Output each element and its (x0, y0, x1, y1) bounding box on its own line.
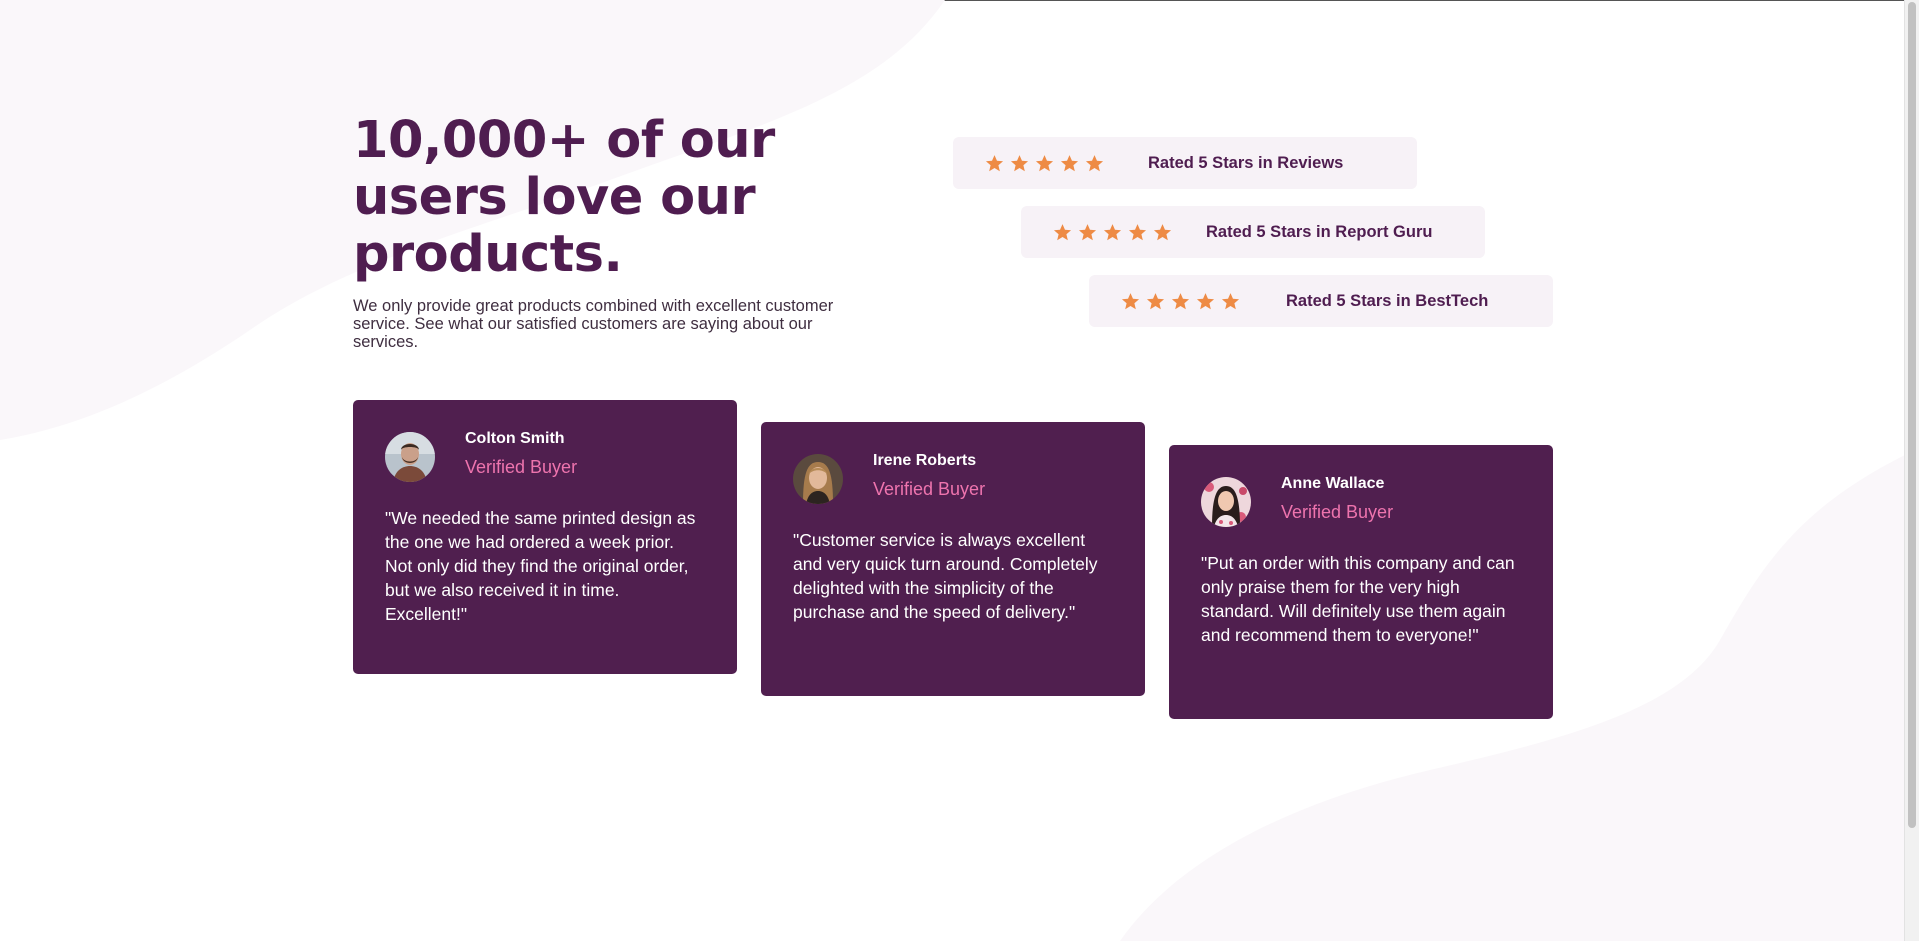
reviewer-name: Colton Smith (465, 430, 565, 447)
vertical-scrollbar[interactable] (1904, 0, 1919, 941)
star-icon (1035, 154, 1054, 173)
avatar-woman-icon (793, 454, 843, 504)
rating-label: Rated 5 Stars in BestTech (1286, 291, 1489, 310)
star-rating (1121, 292, 1240, 311)
star-icon (1010, 154, 1029, 173)
testimonial-quote: "We needed the same printed design as th… (385, 508, 696, 624)
star-rating (985, 154, 1104, 173)
star-icon (1153, 223, 1172, 242)
testimonial-card-anne-wallace: Anne Wallace Verified Buyer "Put an orde… (1169, 445, 1553, 719)
testimonial-quote: "Put an order with this company and can … (1201, 553, 1515, 645)
verified-badge: Verified Buyer (873, 479, 986, 499)
star-icon (985, 154, 1004, 173)
star-icon (1060, 154, 1079, 173)
star-icon (1053, 223, 1072, 242)
testimonial-quote: "Customer service is always excellent an… (793, 530, 1098, 622)
star-icon (1078, 223, 1097, 242)
avatar-man-icon (385, 432, 435, 482)
testimonial-card-colton-smith: Colton Smith Verified Buyer "We needed t… (353, 400, 737, 674)
intro-text: We only provide great products combined … (353, 297, 834, 351)
scrollbar-thumb[interactable] (1908, 2, 1916, 828)
star-icon (1146, 292, 1165, 311)
verified-badge: Verified Buyer (1281, 502, 1394, 522)
avatar-woman-icon (1201, 477, 1251, 527)
verified-badge: Verified Buyer (465, 457, 578, 477)
page-title: 10,000+ of our users love our products. (353, 111, 775, 284)
star-icon (1085, 154, 1104, 173)
rating-row-reviews: Rated 5 Stars in Reviews (953, 137, 1417, 189)
star-icon (1121, 292, 1140, 311)
star-icon (1103, 223, 1122, 242)
rating-label: Rated 5 Stars in Reviews (1148, 153, 1344, 172)
star-rating (1053, 223, 1172, 242)
testimonial-card-irene-roberts: Irene Roberts Verified Buyer "Customer s… (761, 422, 1145, 696)
rating-row-besttech: Rated 5 Stars in BestTech (1089, 275, 1553, 327)
star-icon (1128, 223, 1147, 242)
rating-label: Rated 5 Stars in Report Guru (1206, 222, 1433, 241)
star-icon (1196, 292, 1215, 311)
rating-row-report-guru: Rated 5 Stars in Report Guru (1021, 206, 1485, 258)
star-icon (1221, 292, 1240, 311)
reviewer-name: Anne Wallace (1281, 475, 1385, 492)
star-icon (1171, 292, 1190, 311)
reviewer-name: Irene Roberts (873, 452, 977, 469)
